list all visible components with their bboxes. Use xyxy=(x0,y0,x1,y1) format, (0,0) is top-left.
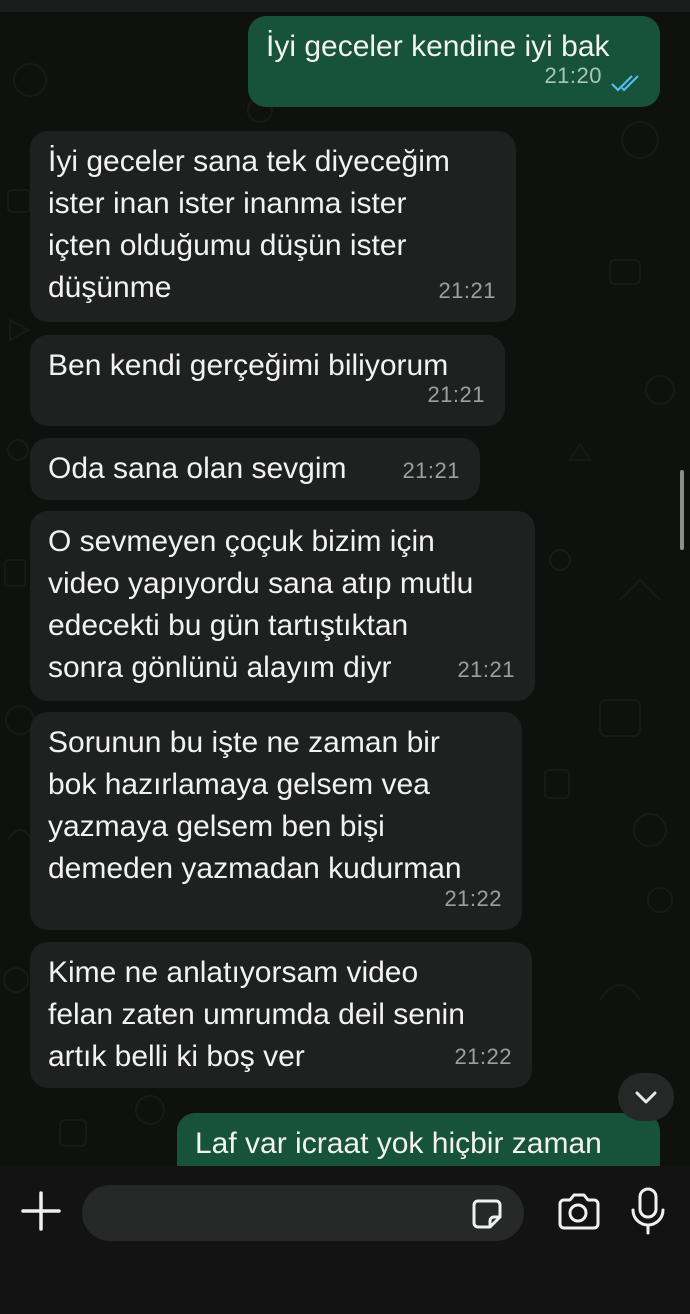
message-text: O sevmeyen çoçuk bizim için video yapıyo… xyxy=(48,525,474,684)
message-bubble-outgoing[interactable]: İyi geceler kendine iyi bak 21:20 xyxy=(248,16,660,107)
message-time: 21:21 xyxy=(438,278,496,303)
message-time: 21:20 xyxy=(544,63,602,88)
message-text: Oda sana olan sevgim xyxy=(48,452,347,485)
chevron-down-icon xyxy=(635,1091,657,1104)
message-bubble-incoming[interactable]: İyi geceler sana tek diyeceğim ister ina… xyxy=(30,131,516,322)
scroll-to-bottom-button[interactable] xyxy=(618,1073,674,1121)
plus-icon[interactable] xyxy=(18,1188,64,1234)
message-bubble-incoming[interactable]: O sevmeyen çoçuk bizim için video yapıyo… xyxy=(30,511,535,701)
message-input[interactable] xyxy=(82,1185,524,1241)
microphone-icon[interactable] xyxy=(628,1186,668,1236)
camera-icon[interactable] xyxy=(554,1190,602,1234)
message-bubble-incoming[interactable]: Oda sana olan sevgim 21:21 xyxy=(30,438,480,500)
message-time: 21:21 xyxy=(427,382,485,407)
message-text: İyi geceler sana tek diyeceğim ister ina… xyxy=(48,145,450,304)
message-text: Kime ne anlatıyorsam video felan zaten u… xyxy=(48,956,465,1073)
message-bubble-incoming[interactable]: Kime ne anlatıyorsam video felan zaten u… xyxy=(30,942,532,1088)
read-receipt-icon xyxy=(611,75,639,92)
message-bubble-incoming[interactable]: Ben kendi gerçeğimi biliyorum 21:21 xyxy=(30,335,505,426)
message-bubble-outgoing-partial[interactable]: Laf var icraat yok hiçbir zaman xyxy=(177,1113,660,1166)
scrollbar-thumb[interactable] xyxy=(680,470,684,550)
sticker-icon[interactable] xyxy=(468,1195,506,1233)
message-time: 21:22 xyxy=(454,1044,512,1069)
message-text: Laf var icraat yok hiçbir zaman xyxy=(195,1127,602,1160)
message-bubble-incoming[interactable]: Sorunun bu işte ne zaman bir bok hazırla… xyxy=(30,712,522,930)
chat-background: İyi geceler kendine iyi bak 21:20 İyi ge… xyxy=(0,0,690,1166)
message-time: 21:21 xyxy=(402,458,460,483)
message-text: Sorunun bu işte ne zaman bir bok hazırla… xyxy=(48,726,462,885)
message-time: 21:21 xyxy=(457,657,515,682)
message-time: 21:22 xyxy=(444,886,502,911)
message-text: Ben kendi gerçeğimi biliyorum xyxy=(48,349,449,382)
